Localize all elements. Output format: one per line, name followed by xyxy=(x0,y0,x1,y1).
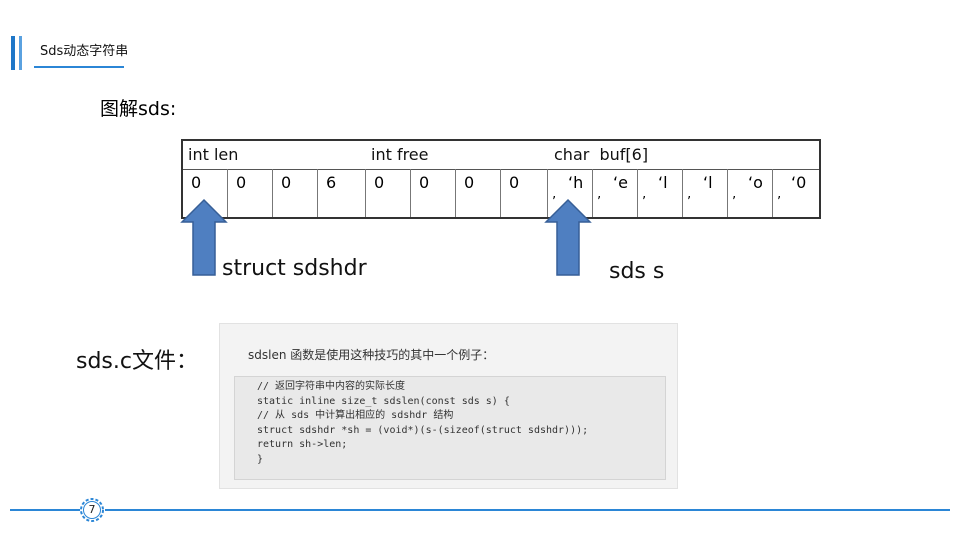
header-int-free: int free xyxy=(371,145,429,164)
header-accent-bar xyxy=(11,36,15,70)
code-line: static inline size_t sdslen(const sds s)… xyxy=(257,395,510,407)
code-line: struct sdshdr *sh = (void*)(s-(sizeof(st… xyxy=(257,424,589,436)
sds-s-label: sds s xyxy=(609,259,665,284)
struct-pointer-arrow-icon xyxy=(180,198,228,276)
buf-char-cell: ‘e ’ xyxy=(593,169,638,217)
free-byte-value: 0 xyxy=(374,173,385,192)
buf-char-close-quote: ’ xyxy=(687,195,692,210)
buf-char: ‘o xyxy=(748,173,763,192)
footer-line-left xyxy=(10,509,80,511)
code-line: } xyxy=(257,453,264,465)
code-intro-text: sdslen 函数是使用这种技巧的其中一个例子： xyxy=(248,348,495,362)
slide-section-title: Sds动态字符串 xyxy=(40,44,129,59)
buf-char-cell: ‘0 ’ xyxy=(773,169,819,217)
sds-pointer-arrow-icon xyxy=(544,198,592,276)
buf-char-close-quote: ’ xyxy=(597,195,602,210)
free-byte-cell: 0 xyxy=(366,169,411,217)
page-number-badge: 7 xyxy=(79,497,105,523)
buf-char-close-quote: ’ xyxy=(732,195,737,210)
code-line: return sh->len; xyxy=(257,439,348,450)
footer-line-right xyxy=(105,509,950,511)
free-byte-cell: 0 xyxy=(411,169,456,217)
free-byte-cell: 0 xyxy=(456,169,501,217)
buf-char: ‘l xyxy=(658,173,668,192)
buf-char: ‘0 xyxy=(791,173,807,192)
buf-char-cell: ‘l ’ xyxy=(638,169,683,217)
header-int-len: int len xyxy=(188,145,239,164)
sds-c-file-label: sds.c文件： xyxy=(76,349,198,374)
header-underline xyxy=(34,66,124,68)
struct-sdshdr-label: struct sdshdr xyxy=(222,256,367,281)
free-byte-cell: 0 xyxy=(501,169,548,217)
buf-char-close-quote: ’ xyxy=(642,195,647,210)
free-byte-value: 0 xyxy=(464,173,475,192)
len-byte-value: 0 xyxy=(236,173,247,192)
len-byte-cell: 0 xyxy=(228,169,273,217)
free-byte-value: 0 xyxy=(419,173,430,192)
code-line: // 从 sds 中计算出相应的 sdshdr 结构 xyxy=(257,410,454,421)
buf-char-cell: ‘l ’ xyxy=(683,169,728,217)
page-number: 7 xyxy=(88,503,96,516)
sdshdr-memory-table: int len int free char buf[6] 0 0 0 6 0 0… xyxy=(181,139,821,219)
buf-char-close-quote: ’ xyxy=(777,195,782,210)
buf-char-cell: ‘o ’ xyxy=(728,169,773,217)
buf-char: ‘h xyxy=(568,173,584,192)
buf-char: ‘l xyxy=(703,173,713,192)
len-byte-cell: 6 xyxy=(318,169,366,217)
len-byte-cell: 0 xyxy=(273,169,318,217)
len-byte-value: 0 xyxy=(281,173,292,192)
buf-char: ‘e xyxy=(613,173,628,192)
free-byte-value: 0 xyxy=(509,173,520,192)
table-header-row: int len int free char buf[6] xyxy=(183,141,819,170)
len-byte-value: 0 xyxy=(191,173,202,192)
code-block: // 返回字符串中内容的实际长度 static inline size_t sd… xyxy=(234,376,666,480)
len-byte-value: 6 xyxy=(326,173,337,192)
header-char-buf: char buf[6] xyxy=(554,145,649,164)
header-accent-bar xyxy=(19,36,22,70)
page-title: 图解sds: xyxy=(100,98,177,120)
code-screenshot: sdslen 函数是使用这种技巧的其中一个例子： // 返回字符串中内容的实际长… xyxy=(219,323,678,489)
code-line: // 返回字符串中内容的实际长度 xyxy=(257,381,406,392)
